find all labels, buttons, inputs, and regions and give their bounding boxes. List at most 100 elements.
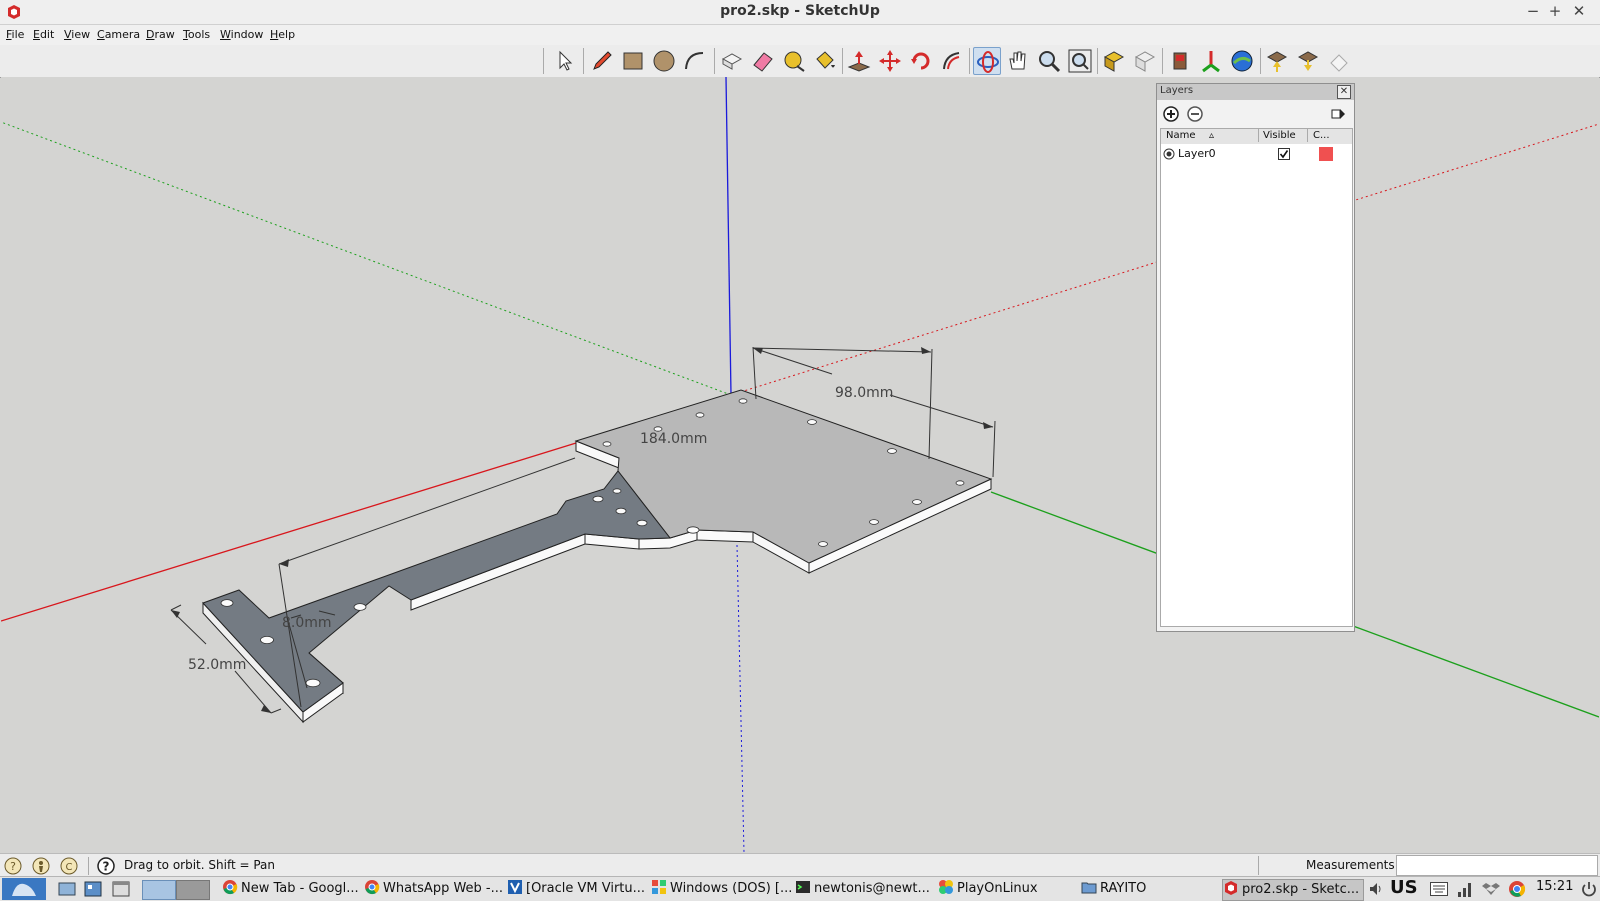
column-color[interactable]: C... bbox=[1313, 130, 1330, 141]
layers-close-icon[interactable]: ✕ bbox=[1337, 85, 1351, 99]
menu-help[interactable]: Help bbox=[270, 28, 295, 41]
maximize-icon[interactable]: + bbox=[1546, 2, 1564, 20]
extension-warehouse-icon[interactable] bbox=[1263, 47, 1291, 75]
dimension-length-label[interactable]: 184.0mm bbox=[640, 431, 707, 447]
terminal-launcher-icon[interactable] bbox=[112, 880, 130, 898]
plate-model[interactable] bbox=[202, 389, 993, 724]
chrome-tray-icon[interactable] bbox=[1508, 880, 1526, 898]
paint-bucket-icon[interactable] bbox=[811, 47, 839, 75]
toolbar-separator bbox=[714, 48, 715, 74]
circle-icon[interactable] bbox=[650, 47, 678, 75]
active-layer-radio-icon[interactable] bbox=[1163, 148, 1175, 160]
clock[interactable]: 15:21 bbox=[1536, 879, 1573, 894]
copyright-icon[interactable]: C bbox=[60, 857, 78, 875]
google-earth-icon[interactable] bbox=[1228, 47, 1256, 75]
status-bar: ? C ? Drag to orbit. Shift = Pan Measure… bbox=[0, 853, 1600, 877]
rotate-icon[interactable] bbox=[907, 47, 935, 75]
power-icon[interactable] bbox=[1580, 880, 1598, 898]
task-playonlinux[interactable]: PlayOnLinux bbox=[938, 879, 1038, 899]
make-component-icon[interactable] bbox=[718, 47, 746, 75]
layer-name[interactable]: Layer0 bbox=[1178, 147, 1216, 160]
pan-icon[interactable] bbox=[1004, 47, 1032, 75]
layers-panel-title: Layers bbox=[1160, 85, 1194, 96]
menu-view[interactable]: View bbox=[64, 28, 90, 41]
dimension-width-label[interactable]: 98.0mm bbox=[835, 385, 893, 401]
add-layer-icon[interactable] bbox=[1163, 106, 1179, 122]
show-desktop-icon[interactable] bbox=[58, 880, 76, 898]
task-chrome-whatsapp[interactable]: WhatsApp Web -... bbox=[364, 879, 503, 899]
geo-location-icon[interactable]: ? bbox=[4, 857, 22, 875]
keyboard-layout-indicator[interactable]: US bbox=[1390, 877, 1418, 898]
start-menu-icon[interactable] bbox=[2, 878, 46, 900]
measurements-input[interactable] bbox=[1396, 855, 1598, 876]
task-virtualbox[interactable]: [Oracle VM Virtu... bbox=[507, 879, 645, 899]
toolbar-separator bbox=[583, 48, 584, 74]
zoom-extents-icon[interactable] bbox=[1066, 47, 1094, 75]
menu-camera[interactable]: Camera bbox=[97, 28, 140, 41]
share-component-icon[interactable] bbox=[1294, 47, 1322, 75]
workspace-1[interactable] bbox=[142, 880, 176, 900]
layer-color-swatch[interactable] bbox=[1319, 147, 1333, 161]
dimension-foot-label[interactable]: 52.0mm bbox=[188, 657, 246, 673]
measurements-label: Measurements bbox=[1306, 858, 1395, 872]
task-terminal[interactable]: newtonis@newt... bbox=[795, 879, 930, 899]
arc-icon[interactable] bbox=[681, 47, 709, 75]
eraser-icon[interactable] bbox=[749, 47, 777, 75]
rectangle-icon[interactable] bbox=[619, 47, 647, 75]
toolbar bbox=[0, 45, 1600, 78]
svg-text:?: ? bbox=[103, 860, 110, 874]
toolbar-separator bbox=[1260, 48, 1261, 74]
menu-tools[interactable]: Tools bbox=[183, 28, 210, 41]
task-rayito-folder[interactable]: RAYITO bbox=[1081, 879, 1146, 899]
sort-ascending-icon[interactable]: ▵ bbox=[1209, 130, 1214, 141]
credits-icon[interactable] bbox=[32, 857, 50, 875]
model-canvas[interactable]: 98.0mm 184.0mm 8.0mm 52.0mm bbox=[1, 77, 1599, 853]
help-icon[interactable]: ? bbox=[97, 857, 115, 875]
offset-icon[interactable] bbox=[938, 47, 966, 75]
menu-window[interactable]: Window bbox=[220, 28, 263, 41]
layer-row[interactable]: Layer0 bbox=[1161, 146, 1352, 162]
blue-axis-negative bbox=[736, 544, 745, 853]
sketchup-icon bbox=[1225, 881, 1237, 895]
network-signal-icon[interactable] bbox=[1456, 880, 1474, 898]
send-to-layout-icon[interactable] bbox=[1325, 47, 1353, 75]
task-windows-dos[interactable]: Windows (DOS) [... bbox=[651, 879, 792, 899]
layers-details-icon[interactable] bbox=[1330, 106, 1346, 122]
share-model-icon[interactable] bbox=[1131, 47, 1159, 75]
select-icon[interactable] bbox=[550, 47, 578, 75]
svg-text:?: ? bbox=[10, 860, 16, 873]
menu-edit[interactable]: Edit bbox=[33, 28, 54, 41]
minimize-icon[interactable]: − bbox=[1524, 2, 1542, 20]
orbit-icon[interactable] bbox=[973, 47, 1001, 75]
model-viewport[interactable]: 98.0mm 184.0mm 8.0mm 52.0mm bbox=[1, 77, 1599, 853]
delete-layer-icon[interactable] bbox=[1187, 106, 1203, 122]
menu-file[interactable]: File bbox=[6, 28, 24, 41]
file-manager-icon[interactable] bbox=[84, 880, 102, 898]
column-name[interactable]: Name bbox=[1166, 130, 1196, 141]
layers-panel-header[interactable]: Layers ✕ bbox=[1157, 84, 1354, 100]
menu-bar: File Edit View Camera Draw Tools Window … bbox=[0, 25, 1600, 45]
task-chrome-newtab[interactable]: New Tab - Googl... bbox=[222, 879, 359, 899]
push-pull-icon[interactable] bbox=[845, 47, 873, 75]
volume-icon[interactable] bbox=[1368, 881, 1384, 897]
zoom-icon[interactable] bbox=[1035, 47, 1063, 75]
pencil-icon[interactable] bbox=[588, 47, 616, 75]
photo-textures-icon[interactable] bbox=[1197, 47, 1225, 75]
menu-draw[interactable]: Draw bbox=[146, 28, 175, 41]
get-models-icon[interactable] bbox=[1100, 47, 1128, 75]
move-icon[interactable] bbox=[876, 47, 904, 75]
dropbox-icon[interactable] bbox=[1482, 880, 1500, 898]
layers-panel: Layers ✕ Name ▵ Visible C... Layer0 bbox=[1156, 83, 1355, 632]
title-bar: pro2.skp - SketchUp − + ✕ bbox=[0, 0, 1600, 25]
layer-visible-checkbox[interactable] bbox=[1278, 148, 1290, 160]
keyboard-icon[interactable] bbox=[1430, 882, 1448, 896]
close-icon[interactable]: ✕ bbox=[1570, 2, 1588, 20]
components-icon[interactable] bbox=[1166, 47, 1194, 75]
layers-list: Layer0 bbox=[1160, 144, 1353, 627]
tape-measure-icon[interactable] bbox=[780, 47, 808, 75]
column-visible[interactable]: Visible bbox=[1263, 130, 1296, 141]
workspace-2[interactable] bbox=[176, 880, 210, 900]
dimension-neck-label[interactable]: 8.0mm bbox=[282, 615, 332, 631]
task-sketchup[interactable]: pro2.skp - Sketc... bbox=[1222, 879, 1364, 901]
virtualbox-icon bbox=[508, 880, 522, 894]
